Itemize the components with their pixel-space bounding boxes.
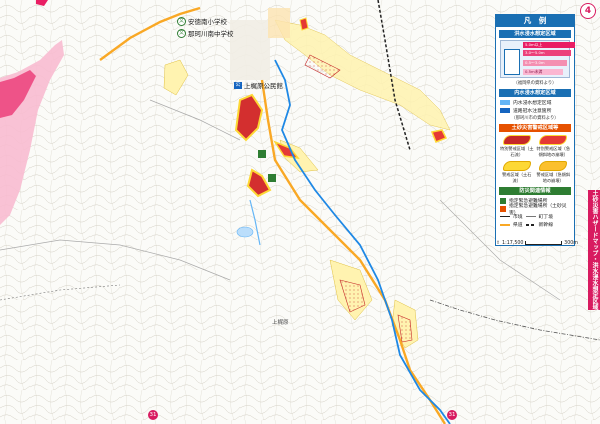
community-hall-label[interactable]: 公 上梶原公民館 xyxy=(234,80,283,90)
town-boundary-swatch xyxy=(525,216,536,217)
disaster-section-header: 防災関連情報 xyxy=(499,187,571,195)
school-label-1[interactable]: 文 安徳南小学校 xyxy=(177,16,227,26)
landslide-warning-row: 警戒区域（土石流） 警戒区域（急傾斜地の崩壊） xyxy=(500,160,570,184)
scale-bar: ⇧ 1:17,500 300m xyxy=(496,238,578,248)
flood-level-2: 0.5〜3.0m xyxy=(523,60,567,66)
landslide-label: 警戒区域（土石流） xyxy=(502,172,532,183)
legend-title: 凡 例 xyxy=(496,15,574,27)
community-hall-icon: 公 xyxy=(234,81,242,89)
school-name: 安徳南小学校 xyxy=(188,18,227,26)
prefectural-road-swatch xyxy=(500,223,510,226)
landslide-label: 特別警戒区域（急傾斜地の崩壊） xyxy=(536,146,571,157)
community-hall-name: 上梶原公民館 xyxy=(244,82,283,90)
landslide-label: 警戒区域（急傾斜地の崩壊） xyxy=(536,172,571,183)
house-icon xyxy=(504,49,520,75)
road-flood-swatch xyxy=(500,108,510,113)
route-badge-2: 31 xyxy=(447,410,457,420)
flood-level-1: 3.0〜5.0m xyxy=(523,50,571,56)
city-boundary-swatch xyxy=(500,216,510,217)
urban-area xyxy=(230,20,270,80)
legend-panel: 凡 例 洪水浸水想定区域 5.0m以上 3.0〜5.0m 0.5〜3.0m 0.… xyxy=(495,14,575,246)
school-icon: 文 xyxy=(177,16,186,26)
town-label: 上梶原 xyxy=(272,320,289,326)
school-icon: 文 xyxy=(177,28,186,38)
urban-area-2 xyxy=(268,8,290,38)
flood-level-0: 5.0m以上 xyxy=(523,42,575,48)
school-name: 那珂川南中学校 xyxy=(188,30,234,38)
flood-note: （福岡県の資料より） xyxy=(513,81,557,86)
landslide-section-header: 土砂災害警戒区域等 xyxy=(499,124,571,132)
legend-row-evac-landslide: 指定緊急避難場所（土砂災害） xyxy=(500,204,570,216)
special-zone-5 xyxy=(299,17,309,31)
evacuation-site-marker[interactable] xyxy=(258,150,266,158)
landslide-label: 特別警戒区域（土石流） xyxy=(500,146,534,157)
landslide-warning-slope-swatch xyxy=(539,161,568,171)
inland-note: （那珂川市の資料より） xyxy=(511,116,559,121)
boundary-label: 県道 xyxy=(513,223,523,228)
legend-row-road-flood: 道路冠水注意箇所 xyxy=(500,107,570,114)
evacuation-landslide-icon xyxy=(500,205,506,212)
legend-row-inland: 内水浸水想定区域 xyxy=(500,99,570,106)
flood-section-header: 洪水浸水想定区域 xyxy=(499,30,571,38)
evacuation-site-icon xyxy=(500,197,506,204)
landslide-special-debris-swatch xyxy=(502,135,531,145)
landslide-warning-debris-swatch xyxy=(502,161,531,171)
landslide-special-row: 特別警戒区域（土石流） 特別警戒区域（急傾斜地の崩壊） xyxy=(500,134,570,158)
inland-label: 内水浸水想定区域 xyxy=(513,101,552,106)
shinkansen-swatch xyxy=(525,223,536,226)
inland-section-header: 内水浸水想定区域 xyxy=(499,89,571,97)
flood-level-3: 0.5m未満 xyxy=(523,69,563,75)
inland-swatch xyxy=(500,100,510,105)
boundary-label: 町丁境 xyxy=(538,215,554,220)
route-badge-1: 31 xyxy=(148,410,158,420)
landslide-special-slope-swatch xyxy=(539,135,568,145)
pond xyxy=(236,226,254,238)
page-number: 4 xyxy=(580,3,596,19)
side-tab[interactable]: 土砂災害ハザードマップ・洪水浸水想定区域図（上梶原） xyxy=(579,190,600,310)
flood-depth-diagram: 5.0m以上 3.0〜5.0m 0.5〜3.0m 0.5m未満 xyxy=(500,40,575,78)
boundary-label: 市境 xyxy=(513,215,523,220)
north-arrow-icon: ⇧ xyxy=(496,240,501,246)
evacuation-site-marker-2[interactable] xyxy=(268,174,276,182)
boundary-label: 新幹線 xyxy=(538,223,554,228)
scale-ratio: 1:17,500 xyxy=(502,240,524,246)
legend-row-boundaries-2: 県道 新幹線 xyxy=(500,221,570,228)
school-label-2[interactable]: 文 那珂川南中学校 xyxy=(177,28,234,38)
road-flood-label: 道路冠水注意箇所 xyxy=(513,109,552,114)
hazard-map-page: 文 安徳南小学校 文 那珂川南中学校 公 上梶原公民館 上梶原 31 31 4 … xyxy=(0,0,600,424)
scale-line xyxy=(525,241,563,245)
